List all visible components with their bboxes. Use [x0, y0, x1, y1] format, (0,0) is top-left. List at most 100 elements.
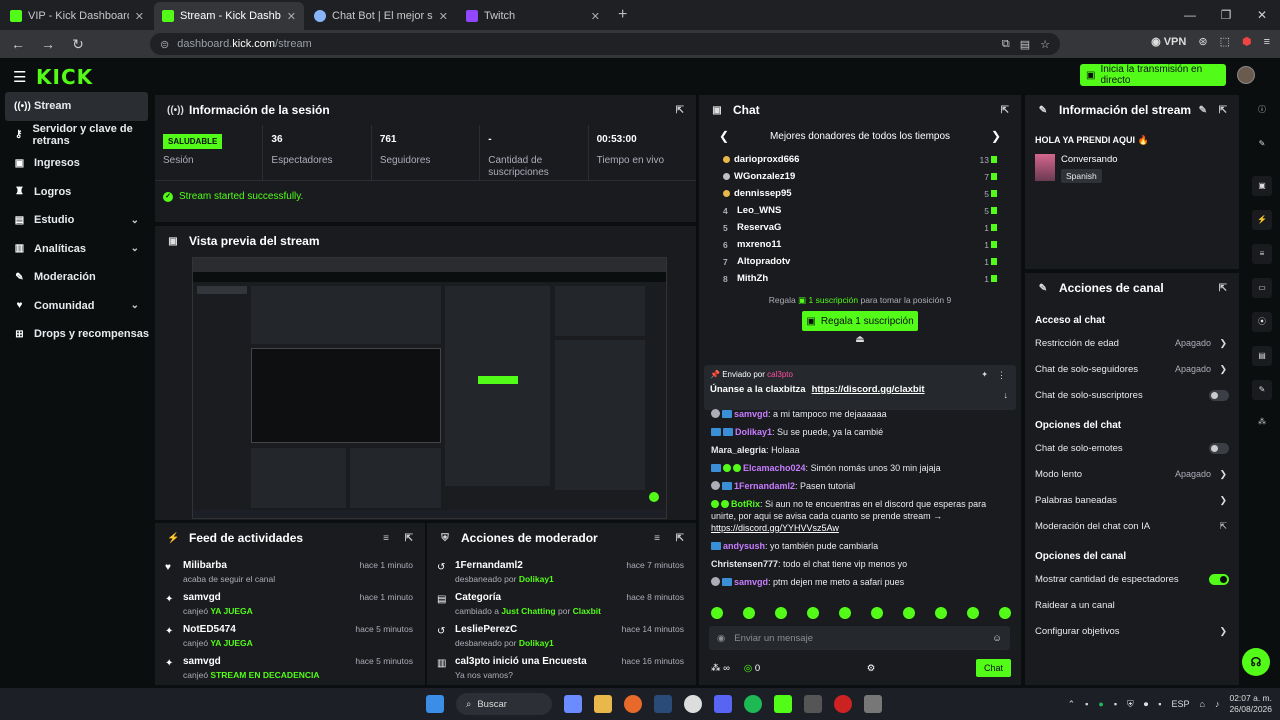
- chevron-down-icon[interactable]: ⌄: [131, 243, 139, 254]
- chevron-up-icon[interactable]: ⌃: [1068, 699, 1076, 710]
- channel-action-row[interactable]: Chat de solo-seguidores Apagado ❯: [1025, 356, 1239, 382]
- toggle-switch[interactable]: [1209, 573, 1229, 585]
- app-icon[interactable]: [804, 695, 822, 713]
- browser-tab[interactable]: VIP - Kick Dashboard ✕: [2, 2, 152, 30]
- chevron-right-icon[interactable]: ❯: [1219, 469, 1227, 480]
- filter-icon[interactable]: ≡: [383, 533, 389, 544]
- popout-icon[interactable]: ⇱: [1219, 105, 1227, 116]
- popout-icon[interactable]: ⇱: [676, 533, 684, 544]
- chevron-right-icon[interactable]: ❯: [1219, 364, 1227, 375]
- emote-icon[interactable]: [967, 607, 979, 619]
- chat-message[interactable]: samvgd: ptm dejen me meto a safari pues: [711, 576, 1011, 588]
- emote-icon[interactable]: [935, 607, 947, 619]
- donor-row[interactable]: dennissep95 5: [699, 185, 1021, 202]
- chat-username[interactable]: samvgd: [734, 409, 768, 419]
- donor-row[interactable]: 7 Altopradotv 1: [699, 253, 1021, 270]
- list-item[interactable]: ✦ samvgd canjeó STREAM EN DECADENCIA hace 5…: [155, 649, 425, 681]
- popout-icon[interactable]: ⇱: [405, 533, 413, 544]
- sidebar-item[interactable]: ⊞ Drops y recompensas: [0, 320, 153, 349]
- preview-icon[interactable]: ▣: [1252, 176, 1272, 196]
- channel-action-row[interactable]: Chat de solo-suscriptores: [1025, 382, 1239, 408]
- channel-action-row[interactable]: Raidear a un canal: [1025, 592, 1239, 618]
- donor-row[interactable]: darioproxd666 13: [699, 151, 1021, 168]
- chat-input[interactable]: ◉ Enviar un mensaje ☺: [709, 626, 1010, 650]
- smile-icon[interactable]: ☺: [992, 633, 1002, 644]
- more-options-icon[interactable]: ⋮: [997, 370, 1006, 381]
- list-icon[interactable]: ≡: [1252, 244, 1272, 264]
- avatar[interactable]: [1237, 66, 1255, 84]
- minimize-icon[interactable]: —: [1172, 0, 1208, 30]
- sidebar-item[interactable]: ▣ Ingresos: [0, 149, 153, 178]
- new-tab-button[interactable]: +: [618, 6, 627, 24]
- hamburger-icon[interactable]: ☰: [13, 68, 26, 86]
- chat-message[interactable]: Elcamacho024: Simón nomás unos 30 min ja…: [711, 462, 1011, 474]
- chat-icon[interactable]: ▭: [1252, 278, 1272, 298]
- chevron-right-icon[interactable]: ❯: [1219, 338, 1227, 349]
- bookmark-star-icon[interactable]: ☆: [1040, 38, 1050, 51]
- app-icon[interactable]: [864, 695, 882, 713]
- emote-menu-icon[interactable]: ◉: [717, 633, 725, 644]
- chevron-right-icon[interactable]: ❯: [1219, 495, 1227, 506]
- chat-username[interactable]: Dolikay1: [735, 427, 772, 437]
- chat-username[interactable]: 1Fernandaml2: [734, 481, 795, 491]
- broadcast-icon[interactable]: ⦿: [1252, 312, 1272, 332]
- donor-row[interactable]: 5 ReservaG 1: [699, 219, 1021, 236]
- browser-tab[interactable]: Twitch ✕: [458, 2, 608, 30]
- folder-icon[interactable]: [594, 695, 612, 713]
- close-tab-icon[interactable]: ✕: [591, 10, 600, 23]
- lang-indicator[interactable]: ESP: [1172, 699, 1190, 709]
- taskbar-search[interactable]: ⌕ Buscar: [456, 693, 552, 715]
- pinned-link[interactable]: https://discord.gg/claxbit: [812, 384, 925, 395]
- emote-icon[interactable]: [903, 607, 915, 619]
- send-chat-button[interactable]: Chat: [975, 659, 1011, 677]
- action-highlight[interactable]: Dolikay1: [519, 574, 554, 584]
- sidebar-item[interactable]: ♜ Logros: [0, 178, 153, 207]
- sidebar-item[interactable]: ✎ Moderación: [0, 263, 153, 292]
- help-button[interactable]: ☊: [1242, 648, 1270, 676]
- url-field[interactable]: ⊜ dashboard.kick.com/stream ⧉ ▤ ☆: [150, 33, 1060, 55]
- close-tab-icon[interactable]: ✕: [287, 10, 296, 23]
- list-item[interactable]: ▥ cal3pto inició una Encuesta Ya nos vamos…: [427, 649, 696, 681]
- gear-icon[interactable]: ⚙: [867, 663, 876, 674]
- edit-icon[interactable]: ✎: [1199, 105, 1207, 116]
- chat-message[interactable]: BotRix: Si aun no te encuentras en el di…: [711, 498, 1011, 534]
- filter-icon[interactable]: ≡: [654, 533, 660, 544]
- popout-icon[interactable]: ⇱: [676, 105, 684, 116]
- vpn-button[interactable]: ◉ VPN: [1151, 35, 1186, 48]
- close-window-icon[interactable]: ✕: [1244, 0, 1280, 30]
- chat-link[interactable]: https://discord.gg/YYHVVsz5Aw: [711, 523, 839, 533]
- channel-action-row[interactable]: Mostrar cantidad de espectadores: [1025, 566, 1239, 592]
- volume-icon[interactable]: ♪: [1215, 699, 1220, 709]
- firefox-icon[interactable]: [624, 695, 642, 713]
- chat-message[interactable]: Dolikay1: Su se puede, ya la cambié: [711, 426, 1011, 438]
- chevron-right-icon[interactable]: ❯: [1219, 626, 1227, 637]
- action-highlight[interactable]: Claxbit: [573, 606, 601, 616]
- kick-logo[interactable]: KICK: [36, 65, 93, 89]
- emote-icon[interactable]: [807, 607, 819, 619]
- chat-username[interactable]: BotRix: [731, 499, 760, 509]
- channel-action-row[interactable]: Chat de solo-emotes: [1025, 435, 1239, 461]
- sidebar-item[interactable]: ♥ Comunidad ⌄: [0, 292, 153, 321]
- unpin-icon[interactable]: ✦: [981, 370, 988, 379]
- kick-app-icon[interactable]: [774, 695, 792, 713]
- reload-icon[interactable]: ↻: [70, 36, 86, 53]
- start-icon[interactable]: [426, 695, 444, 713]
- browser-tab[interactable]: Chat Bot | El mejor software pa ✕: [306, 2, 456, 30]
- list-item[interactable]: ✦ NotED5474 canjeó YA JUEGA hace 5 minutos: [155, 617, 425, 649]
- channel-action-row[interactable]: Restricción de edad Apagado ❯: [1025, 330, 1239, 356]
- tray-app-icon[interactable]: ▪: [1114, 699, 1117, 709]
- emote-icon[interactable]: [871, 607, 883, 619]
- chat-message[interactable]: 1Fernandaml2: Pasen tutorial: [711, 480, 1011, 492]
- extension-icon[interactable]: ⊛: [1198, 35, 1207, 48]
- donor-row[interactable]: 4 Leo_WNS 5: [699, 202, 1021, 219]
- close-tab-icon[interactable]: ✕: [439, 10, 448, 23]
- info-icon[interactable]: ⓘ: [1252, 100, 1272, 120]
- copilot-icon[interactable]: [564, 695, 582, 713]
- gift-sub-button[interactable]: ▣ Regala 1 suscripción: [802, 311, 918, 331]
- forward-icon[interactable]: →: [40, 36, 56, 52]
- wrench-icon[interactable]: ✎: [1252, 380, 1272, 400]
- toggle-switch[interactable]: [1209, 442, 1229, 454]
- chat-username[interactable]: samvgd: [734, 577, 768, 587]
- popout-icon[interactable]: ⇱: [1219, 283, 1227, 294]
- emote-icon[interactable]: [743, 607, 755, 619]
